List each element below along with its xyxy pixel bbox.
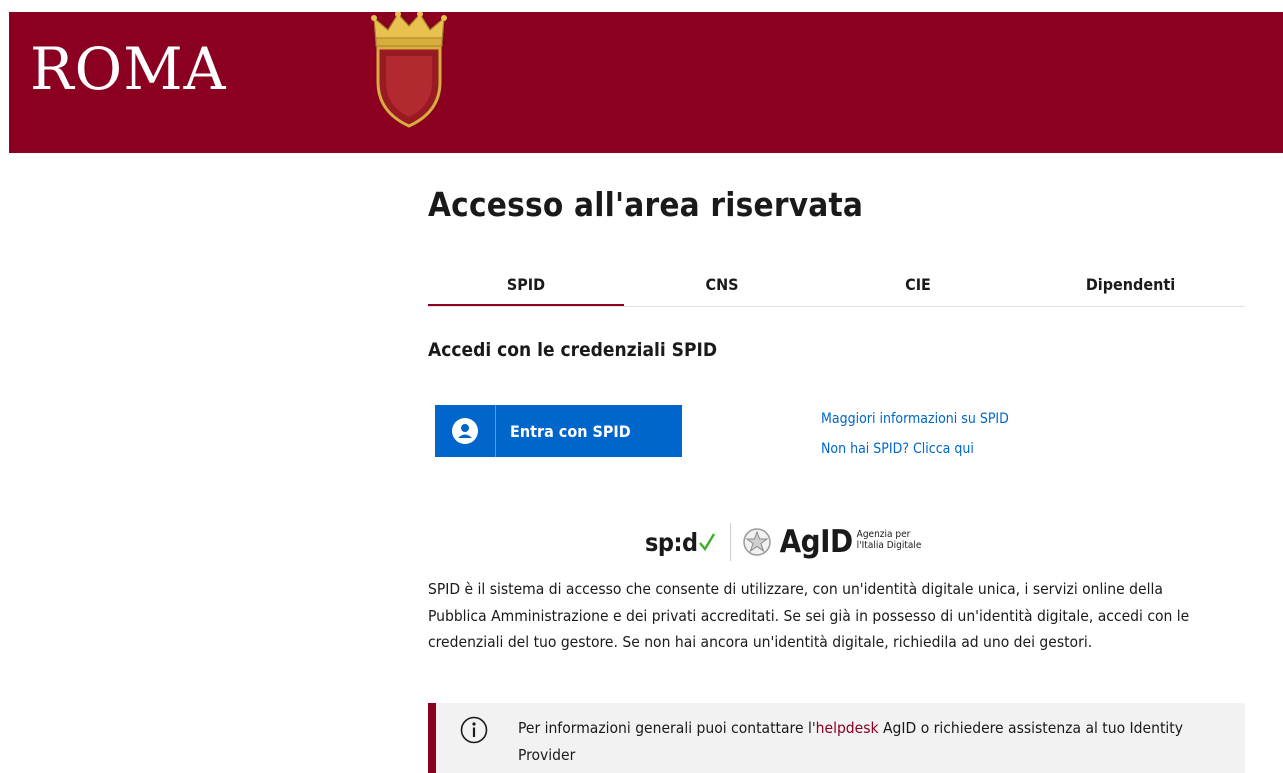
checkmark-icon (698, 533, 715, 552)
spqr-crest-icon (371, 12, 447, 128)
agid-subtitle-line2: l'Italia Digitale (856, 540, 922, 551)
callout-text-before: Per informazioni generali puoi contattar… (518, 719, 816, 737)
spid-description: SPID è il sistema di accesso che consent… (428, 580, 1190, 651)
spid-agid-logos: sp:d AgID Agenzia per l'Italia Digitale (645, 522, 921, 562)
agid-subtitle-line1: Agenzia per (856, 529, 911, 540)
tab-cns[interactable]: CNS (624, 270, 820, 306)
roma-logo[interactable]: ROMA (30, 40, 227, 98)
agid-subtitle: Agenzia per l'Italia Digitale (857, 529, 922, 551)
spid-button-label: Entra con SPID (510, 421, 631, 441)
page-title: Accesso all'area riservata (428, 185, 864, 224)
spid-button-icon-area (435, 405, 496, 457)
entra-con-spid-button[interactable]: Entra con SPID (435, 405, 682, 457)
section-title: Accedi con le credenziali SPID (428, 339, 718, 361)
italian-republic-emblem-icon (742, 528, 771, 556)
spid-logo: sp:d (645, 528, 716, 557)
helpdesk-link[interactable]: helpdesk (816, 719, 879, 737)
spid-logo-text: sp:d (645, 527, 698, 557)
more-info-spid-link[interactable]: Maggiori informazioni su SPID (821, 411, 1009, 427)
tab-cie[interactable]: CIE (820, 270, 1016, 306)
callout-text: Per informazioni generali puoi contattar… (518, 715, 1218, 768)
info-callout: Per informazioni generali puoi contattar… (428, 703, 1245, 773)
no-spid-link[interactable]: Non hai SPID? Clicca qui (821, 441, 974, 457)
tab-spid[interactable]: SPID (428, 270, 624, 306)
tab-dipendenti[interactable]: Dipendenti (1016, 270, 1245, 306)
user-icon (452, 418, 478, 444)
info-icon (460, 716, 488, 744)
login-tabs: SPID CNS CIE Dipendenti (428, 270, 1245, 307)
logo-divider (729, 523, 731, 561)
site-header: ROMA (9, 12, 1283, 153)
agid-logo-text: AgID (779, 524, 854, 560)
